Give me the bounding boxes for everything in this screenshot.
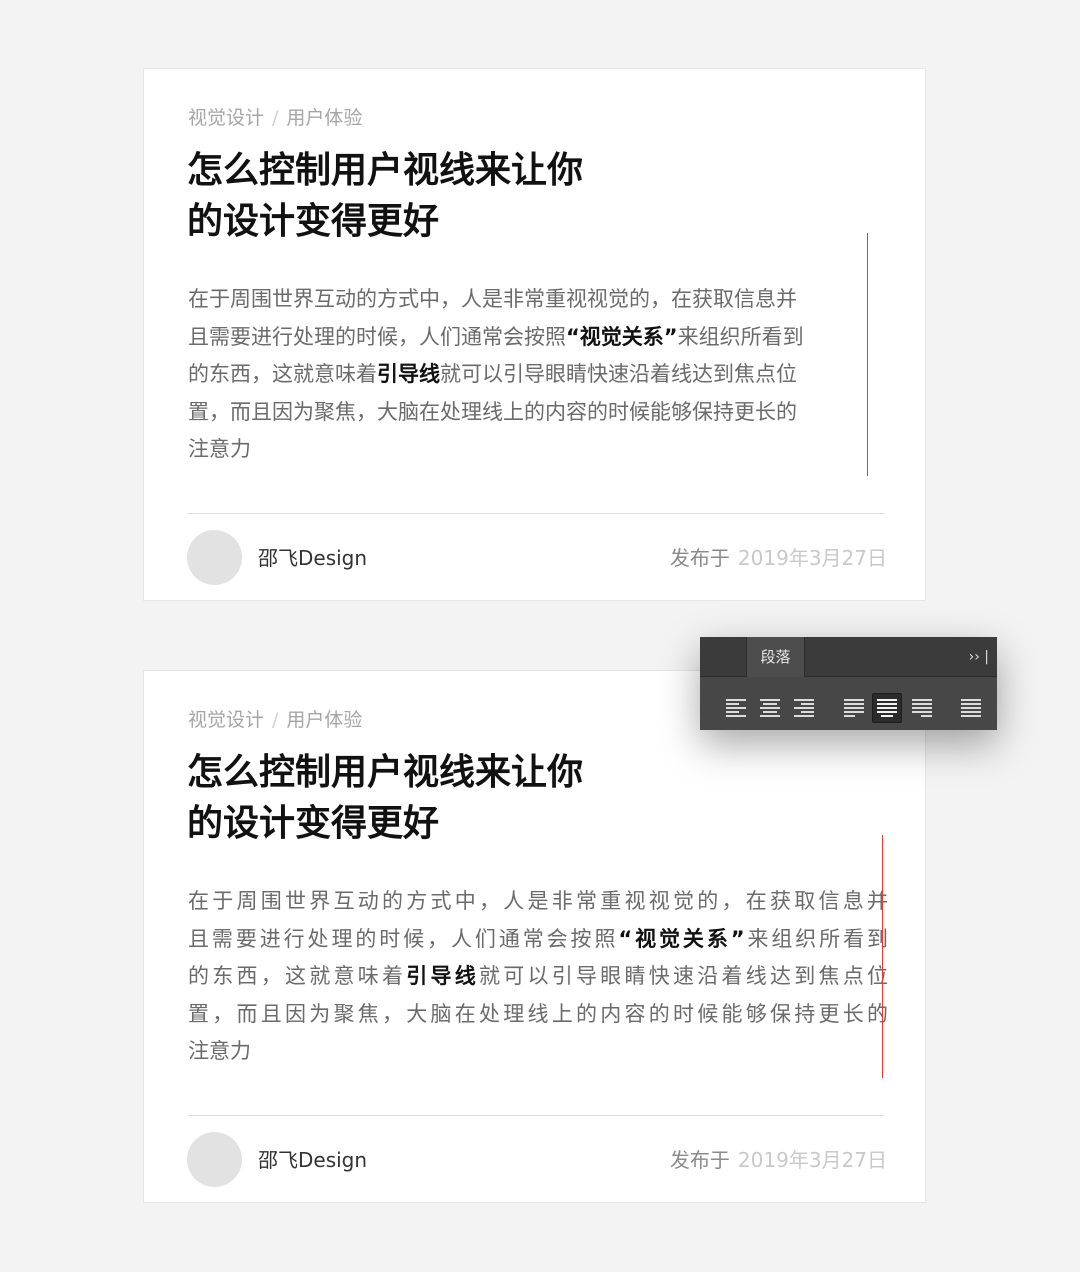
justify-last-right-button[interactable] <box>907 693 937 723</box>
article-excerpt: 在于周围世界互动的方式中，人是非常重视视觉的，在获取信息并 且需要进行处理的时候… <box>188 883 888 1071</box>
excerpt-emphasis: “视觉关系” <box>566 324 678 349</box>
align-right-button[interactable] <box>789 693 819 723</box>
article-card-justified: 视觉设计 / 用户体验 怎么控制用户视线来让你 的设计变得更好 在于周围世界互动的方… <box>143 670 926 1203</box>
excerpt-emphasis: “视觉关系” <box>618 926 745 951</box>
breadcrumb-category[interactable]: 视觉设计 <box>188 107 264 129</box>
excerpt-line: 且需要进行处理的时候，人们通常会按照“视觉关系”来组织所看到 <box>188 926 889 951</box>
justify-last-right-icon <box>912 699 932 717</box>
article-title[interactable]: 怎么控制用户视线来让你 的设计变得更好 <box>187 145 647 247</box>
excerpt-line: 在于周围世界互动的方式中，人是非常重视视觉的，在获取信息并 <box>188 287 797 311</box>
article-card-left-aligned: 视觉设计 / 用户体验 怎么控制用户视线来让你 的设计变得更好 在于周围世界互动的方… <box>143 68 926 601</box>
excerpt-emphasis: 引导线 <box>377 362 440 386</box>
excerpt-emphasis: 引导线 <box>406 964 479 988</box>
justify-last-left-button[interactable] <box>839 693 869 723</box>
article-title-line: 怎么控制用户视线来让你 <box>187 752 584 793</box>
breadcrumb-separator: / <box>272 709 279 731</box>
author-name[interactable]: 邵飞Design <box>258 544 367 572</box>
publish-info: 发布于 2019年3月27日 <box>670 544 887 572</box>
publish-date: 2019年3月27日 <box>737 546 887 570</box>
right-edge-guide-line <box>867 233 868 476</box>
article-title-line: 怎么控制用户视线来让你 <box>187 150 584 191</box>
publish-info: 发布于 2019年3月27日 <box>670 1146 887 1174</box>
author-name[interactable]: 邵飞Design <box>258 1146 367 1174</box>
publish-label: 发布于 <box>669 1148 730 1172</box>
breadcrumb: 视觉设计 / 用户体验 <box>188 105 362 131</box>
justify-last-centered-button[interactable] <box>872 693 902 723</box>
align-center-button[interactable] <box>755 693 785 723</box>
breadcrumb: 视觉设计 / 用户体验 <box>188 707 362 733</box>
excerpt-line: 在于周围世界互动的方式中，人是非常重视视觉的，在获取信息并 <box>188 889 888 913</box>
excerpt-line: 置，而且因为聚焦，大脑在处理线上的内容的时候能够保持更长的 <box>188 399 797 424</box>
publish-label: 发布于 <box>669 546 730 570</box>
panel-header: 段落 ›› | <box>700 637 997 677</box>
breadcrumb-subcategory[interactable]: 用户体验 <box>286 107 362 129</box>
justify-last-centered-icon <box>877 699 897 717</box>
divider <box>188 513 884 514</box>
publish-date: 2019年3月27日 <box>737 1148 887 1172</box>
excerpt-line: 的东西，这就意味着引导线就可以引导眼睛快速沿着线达到焦点位 <box>188 362 797 386</box>
breadcrumb-category[interactable]: 视觉设计 <box>188 709 264 731</box>
justify-all-button[interactable] <box>956 693 986 723</box>
justify-last-left-icon <box>844 699 864 717</box>
article-title[interactable]: 怎么控制用户视线来让你 的设计变得更好 <box>187 747 647 849</box>
right-edge-guide-line <box>882 835 883 1078</box>
tab-paragraph[interactable]: 段落 <box>746 637 805 677</box>
align-right-icon <box>794 699 814 717</box>
excerpt-line: 的东西，这就意味着引导线就可以引导眼睛快速沿着线达到焦点位 <box>188 964 888 988</box>
paragraph-panel: 段落 ›› | <box>700 637 997 730</box>
align-left-icon <box>726 699 746 717</box>
author-avatar[interactable] <box>187 530 242 585</box>
panel-menu-button[interactable]: ›› | <box>969 637 989 677</box>
article-excerpt: 在于周围世界互动的方式中，人是非常重视视觉的，在获取信息并 且需要进行处理的时候… <box>188 281 872 469</box>
article-title-line: 的设计变得更好 <box>187 803 440 844</box>
divider <box>188 1115 884 1116</box>
excerpt-line: 注意力 <box>188 437 251 461</box>
excerpt-line: 且需要进行处理的时候，人们通常会按照“视觉关系”来组织所看到 <box>188 324 804 349</box>
breadcrumb-separator: / <box>272 107 279 129</box>
breadcrumb-subcategory[interactable]: 用户体验 <box>286 709 362 731</box>
excerpt-line: 注意力 <box>188 1039 251 1063</box>
author-avatar[interactable] <box>187 1132 242 1187</box>
justify-all-icon <box>961 699 981 717</box>
article-title-line: 的设计变得更好 <box>187 201 440 242</box>
align-center-icon <box>760 699 780 717</box>
align-left-button[interactable] <box>721 693 751 723</box>
excerpt-line: 置，而且因为聚焦，大脑在处理线上的内容的时候能够保持更长的 <box>188 1001 888 1026</box>
